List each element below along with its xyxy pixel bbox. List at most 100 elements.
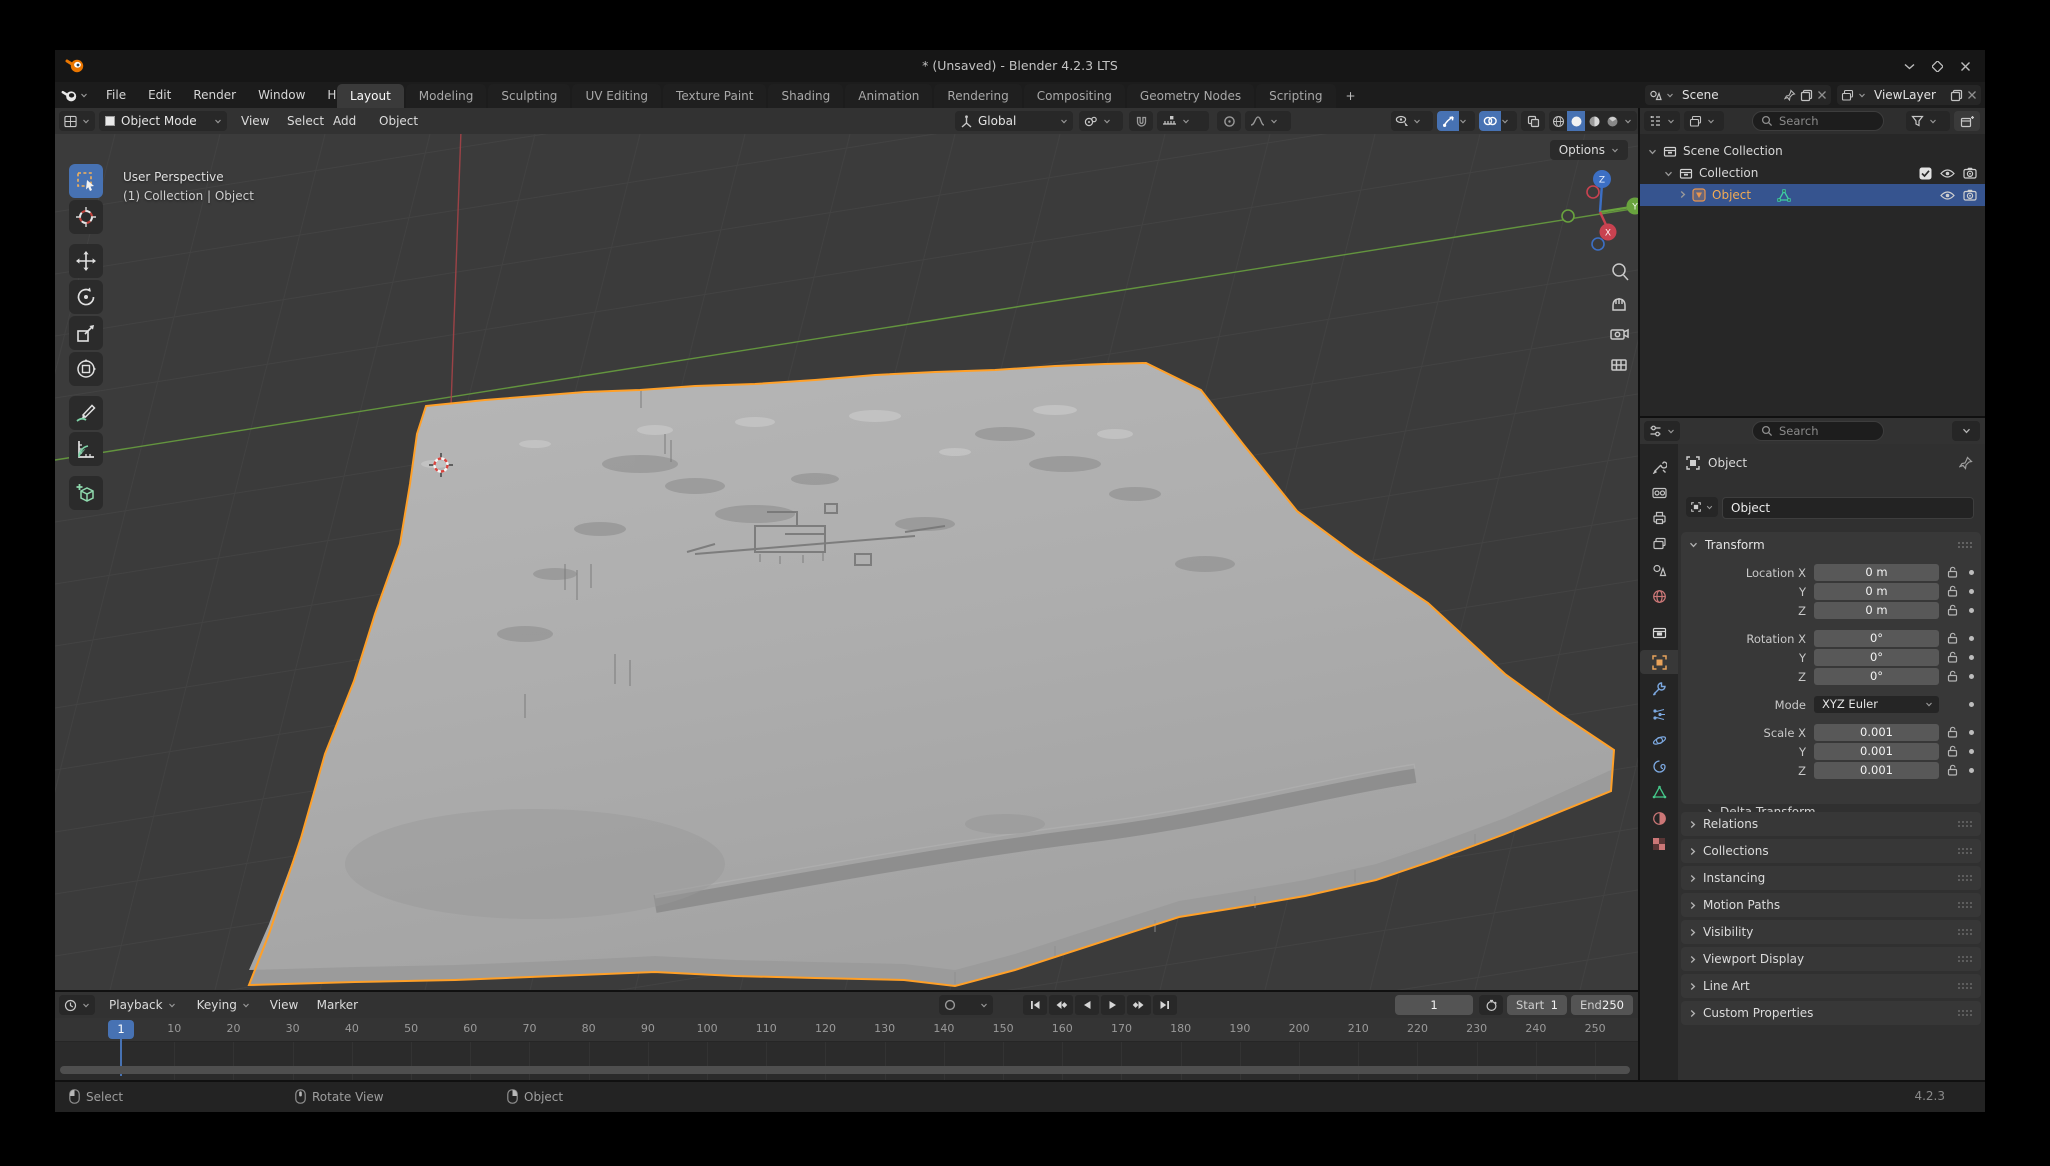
shading-dropdown[interactable] [1621,119,1635,124]
animate-dot[interactable] [1969,570,1974,575]
object-name-field[interactable]: Object [1722,497,1974,519]
number-field[interactable]: 0 m [1814,602,1939,619]
lock-icon[interactable] [1947,566,1958,578]
menu-window[interactable]: Window [247,82,316,108]
use-preview-range-toggle[interactable] [1479,995,1503,1015]
workspace-tab-geometry-nodes[interactable]: Geometry Nodes [1127,84,1254,108]
properties-tab-particles[interactable] [1640,702,1678,726]
close-button[interactable] [1953,55,1977,77]
tool-transform[interactable] [69,352,103,386]
lock-icon[interactable] [1947,651,1958,663]
properties-tab-modifiers[interactable] [1640,676,1678,700]
camera-icon[interactable] [1963,167,1977,179]
expander-down-icon[interactable] [1648,144,1657,158]
timeline-scrollbar[interactable] [60,1066,1630,1074]
properties-tab-object-data[interactable] [1640,780,1678,804]
properties-editor-type-button[interactable] [1644,421,1680,441]
outliner-item-label[interactable]: Object [1712,188,1751,202]
gizmo-y-neg-axis[interactable] [1562,210,1574,222]
timeline-menu-keying[interactable]: Keying [189,992,258,1018]
panel-grip[interactable] [1957,952,1973,966]
timeline-ruler[interactable]: 1020304050607080901001101201301401501601… [55,1018,1638,1042]
transform-orientation-dropdown[interactable]: Global [955,111,1073,131]
checkbox-icon[interactable] [1919,167,1932,180]
panel-grip[interactable] [1957,844,1973,858]
new-collection-button[interactable] [1954,111,1980,131]
panel-relations[interactable]: Relations [1681,812,1981,836]
show-overlays-toggle[interactable] [1479,111,1517,131]
pin-icon[interactable] [1959,456,1973,470]
snap-settings-dropdown[interactable] [1157,111,1209,131]
3d-viewport-canvas[interactable]: Z Y X [55,134,1638,990]
panel-grip[interactable] [1957,538,1973,552]
lock-icon[interactable] [1947,745,1958,757]
workspace-tab-rendering[interactable]: Rendering [934,84,1021,108]
view-layer-name[interactable]: ViewLayer [1870,88,1940,102]
properties-search[interactable] [1752,421,1884,441]
workspace-tab-layout[interactable]: Layout [337,84,404,108]
view-layer-selector[interactable]: ViewLayer [1837,85,1981,105]
outliner-row-scene-collection[interactable]: Scene Collection [1640,140,1985,162]
rotation-mode-dropdown[interactable]: XYZ Euler [1814,696,1939,713]
tool-cursor[interactable] [69,200,103,234]
number-field[interactable]: 0° [1814,630,1939,647]
workspace-tab-shading[interactable]: Shading [768,84,843,108]
lock-icon[interactable] [1947,632,1958,644]
panel-instancing[interactable]: Instancing [1681,866,1981,890]
outliner-search[interactable] [1752,111,1884,131]
number-field[interactable]: 0.001 [1814,762,1939,779]
number-field[interactable]: 0 m [1814,564,1939,581]
timeline-menu-playback[interactable]: Playback [101,992,184,1018]
next-keyframe-button[interactable] [1127,995,1151,1015]
editor-type-button[interactable] [59,111,95,131]
3d-viewport[interactable]: Z Y X [55,108,1638,990]
number-field[interactable]: 0 m [1814,583,1939,600]
viewport-menu-object[interactable]: Object [371,108,426,134]
panel-visibility[interactable]: Visibility [1681,920,1981,944]
eye-icon[interactable] [1940,168,1955,179]
new-scene-icon[interactable] [1800,89,1813,102]
animate-dot[interactable] [1969,702,1974,707]
properties-tab-physics[interactable] [1640,728,1678,752]
properties-tab-texture[interactable] [1640,832,1678,856]
outliner-display-mode-dropdown[interactable] [1684,111,1724,131]
blender-menu-button[interactable] [61,85,93,105]
number-field[interactable]: 0° [1814,668,1939,685]
panel-viewport-display[interactable]: Viewport Display [1681,947,1981,971]
properties-tab-view-layer[interactable] [1640,532,1678,556]
properties-tab-tool[interactable] [1640,454,1678,478]
timeline-menu-marker[interactable]: Marker [309,992,366,1018]
shading-solid[interactable] [1567,111,1585,131]
terrain-mesh[interactable] [249,363,1614,986]
play-reverse-button[interactable] [1075,995,1099,1015]
visibility-dropdown[interactable] [1391,111,1433,131]
menu-file[interactable]: File [95,82,137,108]
delete-layer-icon[interactable] [1967,90,1977,100]
workspace-tab-scripting[interactable]: Scripting [1256,84,1335,108]
gizmo-z-neg-axis[interactable] [1592,238,1604,250]
animate-dot[interactable] [1969,768,1974,773]
pivot-point-dropdown[interactable] [1079,111,1123,131]
timeline-track[interactable] [55,1042,1638,1080]
outliner-row-object[interactable]: Object [1640,184,1985,206]
number-field[interactable]: 0° [1814,649,1939,666]
object-type-dropdown[interactable] [1686,497,1718,517]
properties-tab-scene[interactable] [1640,558,1678,582]
number-field[interactable]: 0.001 [1814,743,1939,760]
animate-dot[interactable] [1969,636,1974,641]
jump-to-start-button[interactable] [1023,995,1047,1015]
toggle-ortho-icon[interactable] [1612,360,1626,370]
menu-render[interactable]: Render [182,82,247,108]
tool-rotate[interactable] [69,280,103,314]
properties-tab-constraints[interactable] [1640,754,1678,778]
properties-tab-collection[interactable] [1640,620,1678,644]
panel-grip[interactable] [1957,925,1973,939]
lock-icon[interactable] [1947,585,1958,597]
animate-dot[interactable] [1969,608,1974,613]
mode-selector[interactable]: Object Mode [99,111,227,131]
outliner-row-collection[interactable]: Collection [1640,162,1985,184]
lock-icon[interactable] [1947,604,1958,616]
workspace-tab-compositing[interactable]: Compositing [1024,84,1125,108]
add-workspace-button[interactable]: + [1338,84,1364,108]
frame-start-field[interactable]: Start1 [1507,995,1567,1015]
